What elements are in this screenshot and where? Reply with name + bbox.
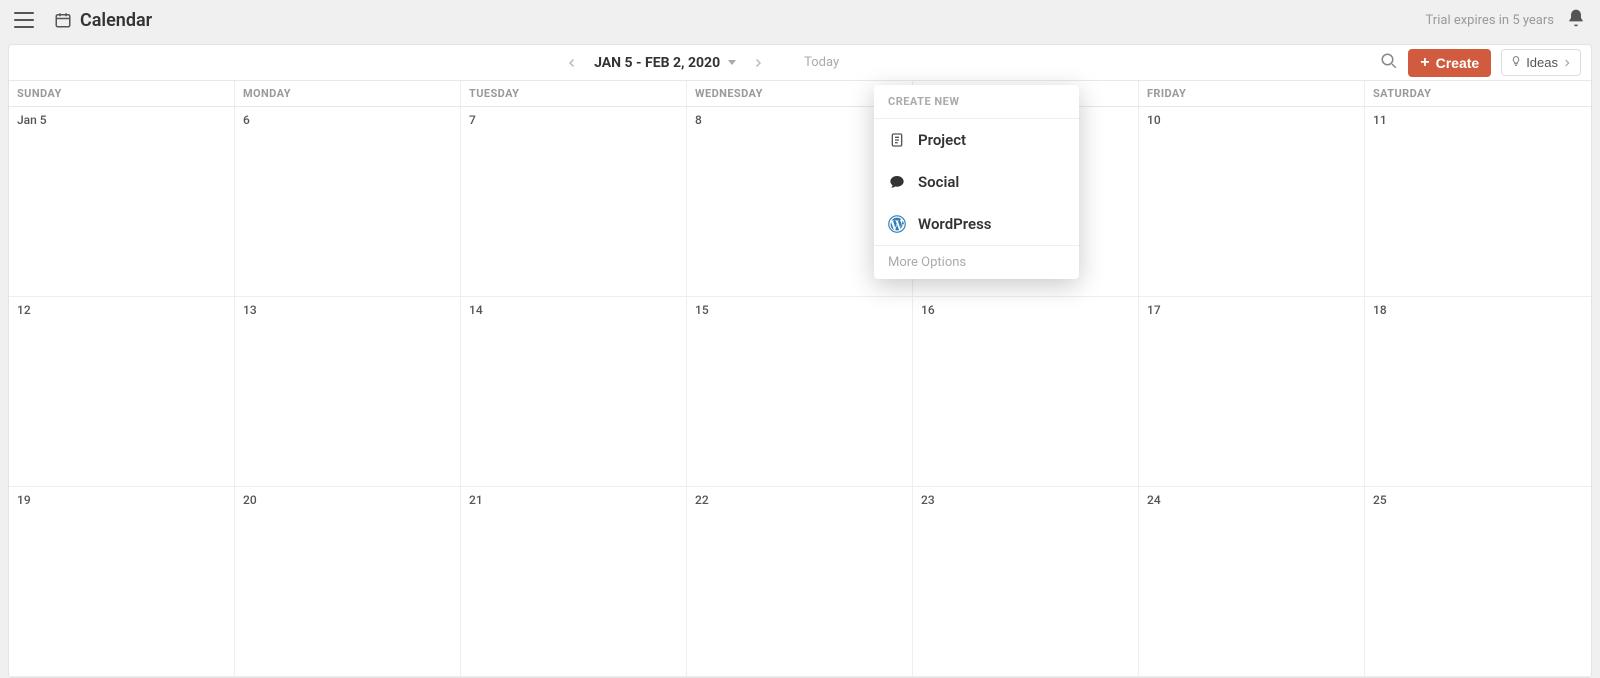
cell-date-label: 10 [1147,113,1161,127]
notifications-icon[interactable] [1566,8,1586,32]
trial-status: Trial expires in 5 years [1426,13,1554,28]
calendar-cell[interactable]: 10 [1139,107,1365,297]
menu-icon[interactable] [14,12,34,28]
create-button-label: Create [1436,55,1480,71]
popup-item-label: Project [918,131,966,149]
popup-item-project[interactable]: Project [874,119,1079,161]
calendar-cell[interactable]: 15 [687,297,913,487]
calendar-cell[interactable]: 17 [1139,297,1365,487]
cell-date-label: 24 [1147,493,1161,507]
day-header-row: SUNDAYMONDAYTUESDAYWEDNESDAYTHURSDAYFRID… [9,81,1591,107]
calendar-cell[interactable]: 22 [687,487,913,677]
calendar-panel: JAN 5 - FEB 2, 2020 Today + Create Ideas [8,44,1592,678]
cell-date-label: 8 [695,113,702,127]
cell-date-label: 25 [1373,493,1387,507]
popup-item-label: WordPress [918,215,992,233]
cell-date-label: 13 [243,303,257,317]
cell-date-label: 16 [921,303,935,317]
cell-date-label: 20 [243,493,257,507]
chevron-right-icon [1562,58,1572,68]
day-header: TUESDAY [461,81,687,106]
calendar-icon [54,11,72,29]
day-header: SATURDAY [1365,81,1591,106]
cell-date-label: Jan 5 [17,113,47,127]
document-icon [888,131,906,149]
calendar-cell[interactable]: 21 [461,487,687,677]
today-button[interactable]: Today [804,55,839,70]
cell-date-label: 12 [17,303,31,317]
day-header: FRIDAY [1139,81,1365,106]
cell-date-label: 23 [921,493,935,507]
calendar-cell[interactable]: 23 [913,487,1139,677]
cell-date-label: 15 [695,303,709,317]
popup-header: CREATE NEW [874,85,1079,119]
cell-date-label: 7 [469,113,476,127]
calendar-cell[interactable]: Jan 5 [9,107,235,297]
calendar-toolbar: JAN 5 - FEB 2, 2020 Today + Create Ideas [9,45,1591,81]
chevron-down-icon [728,60,736,65]
cell-date-label: 6 [243,113,250,127]
day-header: SUNDAY [9,81,235,106]
date-range-picker[interactable]: JAN 5 - FEB 2, 2020 [594,55,736,71]
popup-item-social[interactable]: Social [874,161,1079,203]
cell-date-label: 22 [695,493,709,507]
ideas-button[interactable]: Ideas [1501,49,1581,76]
create-button[interactable]: + Create [1408,49,1491,77]
popup-item-label: Social [918,173,959,191]
create-new-popup: CREATE NEW Project Social WordPress More O… [874,85,1079,279]
search-icon[interactable] [1380,52,1398,74]
ideas-button-label: Ideas [1526,55,1558,70]
calendar-cell[interactable]: 7 [461,107,687,297]
calendar-cell[interactable]: 6 [235,107,461,297]
app-title: Calendar [80,10,152,31]
calendar-cell[interactable]: 16 [913,297,1139,487]
cell-date-label: 14 [469,303,483,317]
calendar-grid: Jan 5678+9101112131415161718192021222324… [9,107,1591,677]
calendar-cell[interactable]: 14 [461,297,687,487]
plus-icon: + [1420,55,1429,71]
calendar-cell[interactable]: 18 [1365,297,1591,487]
cell-date-label: 18 [1373,303,1387,317]
calendar-cell[interactable]: 11 [1365,107,1591,297]
popup-more-options[interactable]: More Options [874,245,1079,279]
cell-date-label: 19 [17,493,31,507]
lightbulb-icon [1510,55,1522,70]
date-range-label: JAN 5 - FEB 2, 2020 [594,55,720,71]
next-range-button[interactable] [746,51,770,75]
chat-icon [888,173,906,191]
popup-item-wordpress[interactable]: WordPress [874,203,1079,245]
cell-date-label: 11 [1373,113,1387,127]
cell-date-label: 17 [1147,303,1161,317]
calendar-cell[interactable]: 24 [1139,487,1365,677]
topbar: Calendar Trial expires in 5 years [0,0,1600,40]
cell-date-label: 21 [469,493,483,507]
calendar-cell[interactable]: 20 [235,487,461,677]
calendar-cell[interactable]: 25 [1365,487,1591,677]
prev-range-button[interactable] [560,51,584,75]
calendar-cell[interactable]: 12 [9,297,235,487]
wordpress-icon [888,215,906,233]
calendar-cell[interactable]: 19 [9,487,235,677]
day-header: MONDAY [235,81,461,106]
calendar-cell[interactable]: 13 [235,297,461,487]
